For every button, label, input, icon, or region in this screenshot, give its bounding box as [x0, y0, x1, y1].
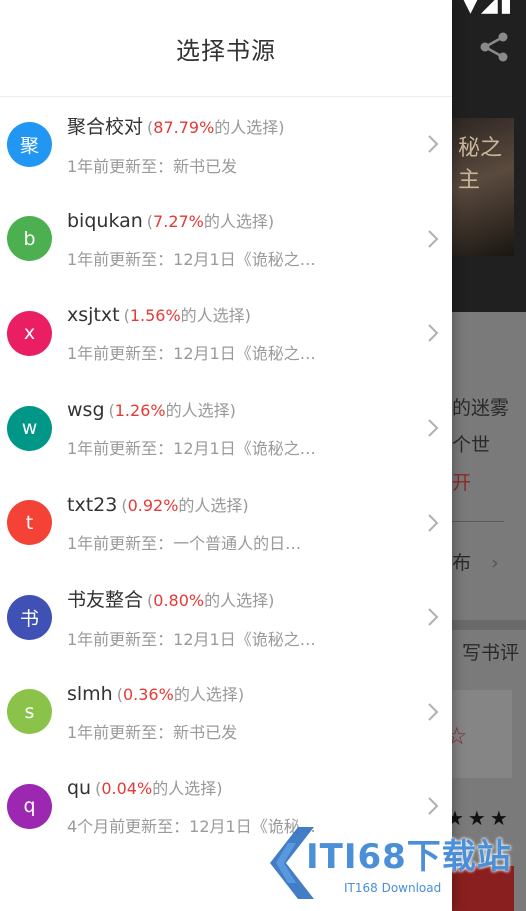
- source-item[interactable]: b biqukan (7.27%的人选择) 1年前更新至：12月1日《诡秘之…: [0, 192, 452, 287]
- source-name: slmh: [67, 682, 113, 705]
- source-avatar: t: [7, 500, 52, 546]
- publish-row[interactable]: 布 ›: [452, 548, 499, 575]
- source-info: wsg (1.26%的人选择) 1年前更新至：12月1日《诡秘之…: [67, 397, 407, 459]
- book-cover-title: 秘之主: [458, 136, 503, 193]
- watermark-brand: ITI68下载站: [306, 837, 512, 877]
- write-review-link[interactable]: 写书评: [462, 638, 519, 665]
- source-title-line: biqukan (7.27%的人选择): [67, 208, 407, 232]
- book-intro-line2: 个世: [452, 434, 491, 456]
- source-update: 1年前更新至：12月1日《诡秘之…: [67, 439, 316, 459]
- source-avatar: b: [7, 216, 52, 262]
- source-title-line: qu (0.04%的人选择): [67, 775, 407, 799]
- source-percent: 0.04%: [101, 779, 153, 799]
- source-name: biqukan: [67, 209, 143, 232]
- source-name: 书友整合: [67, 588, 144, 611]
- source-name: wsg: [67, 399, 105, 422]
- source-info: 聚合校对 (87.79%的人选择) 1年前更新至：新书已发: [67, 112, 407, 177]
- source-item[interactable]: s slmh (0.36%的人选择) 1年前更新至：新书已发: [0, 665, 452, 760]
- source-pick-suffix: 的人选择: [204, 590, 269, 610]
- source-share: (0.04%的人选择): [95, 779, 223, 799]
- source-share: (7.27%的人选择): [146, 211, 275, 231]
- source-update: 1年前更新至：12月1日《诡秘之…: [67, 344, 316, 364]
- source-title-line: 书友整合 (0.80%的人选择): [67, 585, 407, 612]
- source-avatar: x: [7, 310, 52, 356]
- source-percent: 1.56%: [129, 306, 181, 326]
- source-pick-suffix: 的人选择: [178, 495, 243, 515]
- section-separator: [452, 620, 526, 630]
- source-title-line: xsjtxt (1.56%的人选择): [67, 302, 407, 326]
- source-info: slmh (0.36%的人选择) 1年前更新至：新书已发: [67, 681, 407, 743]
- source-info: xsjtxt (1.56%的人选择) 1年前更新至：12月1日《诡秘之…: [67, 302, 407, 364]
- source-item[interactable]: t txt23 (0.92%的人选择) 1年前更新至：一个普通人的日…: [0, 475, 452, 570]
- chevron-right-icon: [428, 324, 439, 343]
- source-info: 书友整合 (0.80%的人选择) 1年前更新至：12月1日《诡秘之…: [67, 585, 407, 650]
- source-name: 聚合校对: [67, 115, 144, 138]
- watermark-sub: IT168 Download: [344, 881, 442, 895]
- source-title-line: txt23 (0.92%的人选择): [67, 492, 407, 516]
- source-picker-drawer: 选择书源 聚聚合校对 (87.79%的人选择) 1年前更新至：新书已发 b biquka…: [0, 0, 452, 911]
- source-list: 聚聚合校对 (87.79%的人选择) 1年前更新至：新书已发 b biqukan (7.2…: [0, 97, 452, 854]
- chevron-right-icon: [428, 703, 439, 721]
- source-title-line: wsg (1.26%的人选择): [67, 397, 407, 421]
- chevron-right-icon: [428, 230, 439, 248]
- source-update: 1年前更新至：一个普通人的日…: [67, 533, 302, 553]
- source-share: (87.79%的人选择): [147, 117, 285, 137]
- drawer-header: 选择书源: [0, 0, 452, 97]
- source-avatar: 书: [7, 594, 52, 640]
- source-item[interactable]: x xsjtxt (1.56%的人选择) 1年前更新至：12月1日《诡秘之…: [0, 286, 452, 381]
- source-percent: 87.79%: [153, 117, 215, 137]
- source-percent: 7.27%: [153, 211, 204, 231]
- source-avatar: 聚: [7, 121, 52, 167]
- source-percent: 0.92%: [127, 495, 179, 515]
- source-share: (0.92%的人选择): [121, 495, 249, 515]
- source-pick-suffix: 的人选择: [165, 401, 230, 421]
- source-share: (1.26%的人选择): [108, 401, 236, 421]
- chevron-right-icon: [428, 608, 439, 626]
- source-item[interactable]: 聚聚合校对 (87.79%的人选择) 1年前更新至：新书已发: [0, 97, 452, 192]
- divider: [452, 521, 504, 522]
- source-pick-suffix: 的人选择: [203, 211, 268, 231]
- source-name: xsjtxt: [67, 304, 120, 327]
- source-title-line: slmh (0.36%的人选择): [67, 681, 407, 705]
- chevron-right-icon: [428, 419, 439, 437]
- source-pick-suffix: 的人选择: [214, 117, 279, 137]
- share-icon[interactable]: [477, 30, 511, 64]
- drawer-title: 选择书源: [176, 36, 276, 65]
- source-percent: 0.36%: [122, 684, 174, 704]
- source-info: biqukan (7.27%的人选择) 1年前更新至：12月1日《诡秘之…: [67, 208, 407, 270]
- source-pick-suffix: 的人选择: [173, 684, 238, 704]
- status-bar-icons: ▼◢▮: [462, 0, 514, 17]
- source-share: (0.36%的人选择): [116, 684, 245, 704]
- source-pick-suffix: 的人选择: [152, 779, 217, 799]
- source-share: (1.56%的人选择): [123, 306, 251, 326]
- chevron-right-icon: ›: [491, 552, 499, 574]
- book-cover: 秘之主: [448, 118, 514, 256]
- source-update: 1年前更新至：新书已发: [67, 156, 238, 176]
- watermark: ITI68下载站 IT168 Download: [258, 815, 526, 911]
- source-update: 1年前更新至：12月1日《诡秘之…: [67, 249, 316, 269]
- source-item[interactable]: w wsg (1.26%的人选择) 1年前更新至：12月1日《诡秘之…: [0, 381, 452, 476]
- book-intro-line1: 的迷雾: [452, 397, 510, 419]
- source-avatar: s: [7, 689, 52, 735]
- source-percent: 0.80%: [153, 590, 205, 610]
- source-title-line: 聚合校对 (87.79%的人选择): [67, 112, 407, 139]
- source-percent: 1.26%: [114, 401, 166, 421]
- expand-link[interactable]: 开: [452, 468, 471, 495]
- source-avatar: q: [7, 783, 52, 829]
- source-name: qu: [67, 777, 92, 800]
- chevron-right-icon: [428, 135, 439, 154]
- source-pick-suffix: 的人选择: [180, 306, 245, 326]
- source-update: 1年前更新至：12月1日《诡秘之…: [67, 629, 316, 649]
- source-share: (0.80%的人选择): [147, 590, 275, 610]
- chevron-right-icon: [428, 513, 439, 532]
- source-name: txt23: [67, 493, 118, 516]
- publish-label: 布: [452, 552, 472, 574]
- source-info: txt23 (0.92%的人选择) 1年前更新至：一个普通人的日…: [67, 492, 407, 554]
- source-avatar: w: [7, 405, 52, 451]
- source-update: 1年前更新至：新书已发: [67, 722, 238, 742]
- source-item[interactable]: 书书友整合 (0.80%的人选择) 1年前更新至：12月1日《诡秘之…: [0, 570, 452, 665]
